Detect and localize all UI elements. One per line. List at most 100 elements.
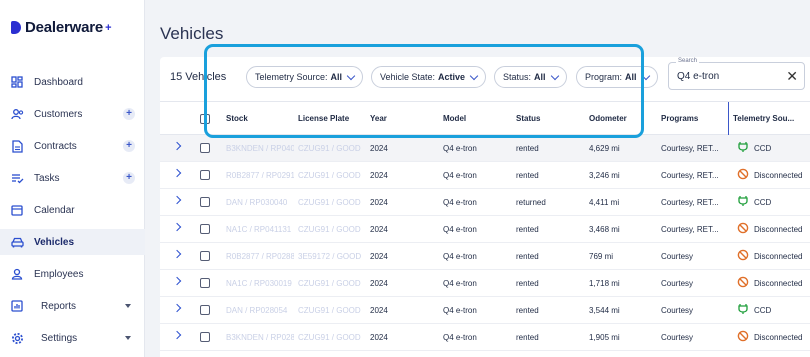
status-cell: returned <box>516 198 546 207</box>
stock-cell[interactable]: NA1C / RP041131 <box>226 225 294 234</box>
add-task-button[interactable]: + <box>123 172 135 184</box>
stock-cell[interactable]: NA1C / RP030019 <box>226 279 294 288</box>
odometer-cell: 3,246 mi <box>589 171 620 180</box>
expand-row-chevron-icon[interactable] <box>172 168 182 178</box>
expand-row-chevron-icon[interactable] <box>172 249 182 259</box>
status-cell: rented <box>516 333 539 342</box>
table-row[interactable]: DAN / RP030040 CZUG91 / GOOD 2024 Q4 e-tron… <box>160 189 810 216</box>
table-row[interactable]: R0B2877 / RP0291 CZUG91 / GOOD 2024 Q4 e-tr… <box>160 162 810 189</box>
add-contract-button[interactable]: + <box>123 140 135 152</box>
add-customer-button[interactable]: + <box>123 108 135 120</box>
model-cell: Q4 e-tron <box>443 333 477 342</box>
vehicles-panel: 15 Vehicles Telemetry Source: All Vehicl… <box>160 57 810 357</box>
calendar-icon <box>10 203 24 217</box>
expand-row-chevron-icon[interactable] <box>172 303 182 313</box>
sidebar-item-reports[interactable]: Reports <box>0 293 145 319</box>
car-icon <box>10 235 24 249</box>
select-all-checkbox[interactable] <box>200 114 210 124</box>
sidebar-item-vehicles[interactable]: Vehicles <box>0 229 145 255</box>
column-header-status[interactable]: Status <box>516 114 540 123</box>
column-header-odometer[interactable]: Odometer <box>589 114 627 123</box>
row-checkbox[interactable] <box>200 170 210 180</box>
table-row[interactable]: NA1C / RP030019 CZUG91 / GOOD 2024 Q4 e-tro… <box>160 270 810 297</box>
table-row[interactable]: B3KNDEN / RP0281 CZUG91 / GOOD 2024 Q4 e-tr… <box>160 324 810 351</box>
row-checkbox[interactable] <box>200 251 210 261</box>
sidebar-item-customers[interactable]: Customers + <box>0 101 145 127</box>
license-plate-cell: CZUG91 / GOOD <box>298 306 361 315</box>
chevron-down-icon <box>469 71 479 80</box>
expand-row-chevron-icon[interactable] <box>172 330 182 340</box>
table-row[interactable]: B3KNDEN / RP040 CZUG91 / GOOD 2024 Q4 e-tro… <box>160 135 810 162</box>
chevron-down-icon[interactable] <box>125 304 131 308</box>
search-box[interactable]: Search ✕ <box>668 58 805 90</box>
model-cell: Q4 e-tron <box>443 144 477 153</box>
stock-cell[interactable]: DAN / RP030040 <box>226 198 294 207</box>
tasks-icon <box>10 171 24 185</box>
sidebar-item-tasks[interactable]: Tasks + <box>0 165 145 191</box>
license-plate-cell: 3E59172 / GOOD <box>298 252 362 261</box>
model-cell: Q4 e-tron <box>443 306 477 315</box>
row-checkbox[interactable] <box>200 143 210 153</box>
row-checkbox[interactable] <box>200 197 210 207</box>
sidebar-item-contracts[interactable]: Contracts + <box>0 133 145 159</box>
contracts-icon <box>10 139 24 153</box>
year-cell: 2024 <box>370 252 388 261</box>
column-header-programs[interactable]: Programs <box>661 114 698 123</box>
dashboard-icon <box>10 75 24 89</box>
column-header-model[interactable]: Model <box>443 114 466 123</box>
stock-cell[interactable]: R0B2877 / RP0291 <box>226 171 294 180</box>
expand-row-chevron-icon[interactable] <box>172 276 182 286</box>
search-input[interactable] <box>677 71 777 82</box>
stock-cell[interactable]: R0B2877 / RP0288 <box>226 252 294 261</box>
telemetry-source-cell: CCD <box>754 144 772 153</box>
row-checkbox[interactable] <box>200 224 210 234</box>
expand-row-chevron-icon[interactable] <box>172 141 182 151</box>
table-row[interactable]: DAN / RP028054 CZUG91 / GOOD 2024 Q4 e-tron… <box>160 297 810 324</box>
sidebar-item-calendar[interactable]: Calendar <box>0 197 145 223</box>
expand-row-chevron-icon[interactable] <box>172 195 182 205</box>
sidebar-item-settings[interactable]: Settings <box>0 325 145 351</box>
column-header-stock[interactable]: Stock <box>226 114 248 123</box>
license-plate-cell: CZUG91 / GOOD <box>298 279 361 288</box>
programs-cell: Courtesy, RET... <box>661 171 719 180</box>
stock-cell[interactable]: DAN / RP028054 <box>226 306 294 315</box>
sidebar: Dealerware + Dashboard Customers + Contr… <box>0 0 145 357</box>
stock-cell[interactable]: B3KNDEN / RP0281 <box>226 333 294 342</box>
sidebar-item-label: Customers <box>34 108 83 120</box>
license-plate-cell: CZUG91 / GOOD <box>298 225 361 234</box>
odometer-cell: 1,718 mi <box>589 279 620 288</box>
filter-program[interactable]: Program: All <box>576 66 658 88</box>
filter-value: Active <box>438 72 466 82</box>
column-header-license-plate[interactable]: License Plate <box>298 114 349 123</box>
column-header-telemetry-source[interactable]: Telemetry Sou... <box>733 114 794 123</box>
chevron-down-icon[interactable] <box>125 336 131 340</box>
column-header-year[interactable]: Year <box>370 114 387 123</box>
logo-mark-icon <box>11 21 21 34</box>
sidebar-item-employees[interactable]: Employees <box>0 261 145 287</box>
year-cell: 2024 <box>370 333 388 342</box>
page-title: Vehicles <box>160 24 224 43</box>
status-cell: rented <box>516 252 539 261</box>
filter-label: Status: <box>503 72 532 82</box>
filter-telemetry-source[interactable]: Telemetry Source: All <box>246 66 364 88</box>
odometer-cell: 3,468 mi <box>589 225 620 234</box>
telemetry-source-cell: CCD <box>754 198 772 207</box>
model-cell: Q4 e-tron <box>443 225 477 234</box>
row-checkbox[interactable] <box>200 278 210 288</box>
sidebar-item-label: Settings <box>41 332 78 344</box>
table-row[interactable]: NA1C / RP041131 CZUG91 / GOOD 2024 Q4 e-tro… <box>160 216 810 243</box>
app-logo[interactable]: Dealerware + <box>11 19 112 36</box>
model-cell: Q4 e-tron <box>443 252 477 261</box>
table-row[interactable]: R0B2877 / RP0288 3E59172 / GOOD 2024 Q4 e-t… <box>160 243 810 270</box>
expand-row-chevron-icon[interactable] <box>172 222 182 232</box>
filter-vehicle-state[interactable]: Vehicle State: Active <box>371 66 487 88</box>
sidebar-item-dashboard[interactable]: Dashboard <box>0 69 145 95</box>
stock-cell[interactable]: B3KNDEN / RP040 <box>226 144 294 153</box>
status-cell: rented <box>516 144 539 153</box>
row-checkbox[interactable] <box>200 305 210 315</box>
chevron-down-icon <box>346 71 356 80</box>
close-icon[interactable]: ✕ <box>786 69 798 83</box>
filter-status[interactable]: Status: All <box>494 66 567 88</box>
disconnected-icon <box>737 330 749 342</box>
row-checkbox[interactable] <box>200 332 210 342</box>
